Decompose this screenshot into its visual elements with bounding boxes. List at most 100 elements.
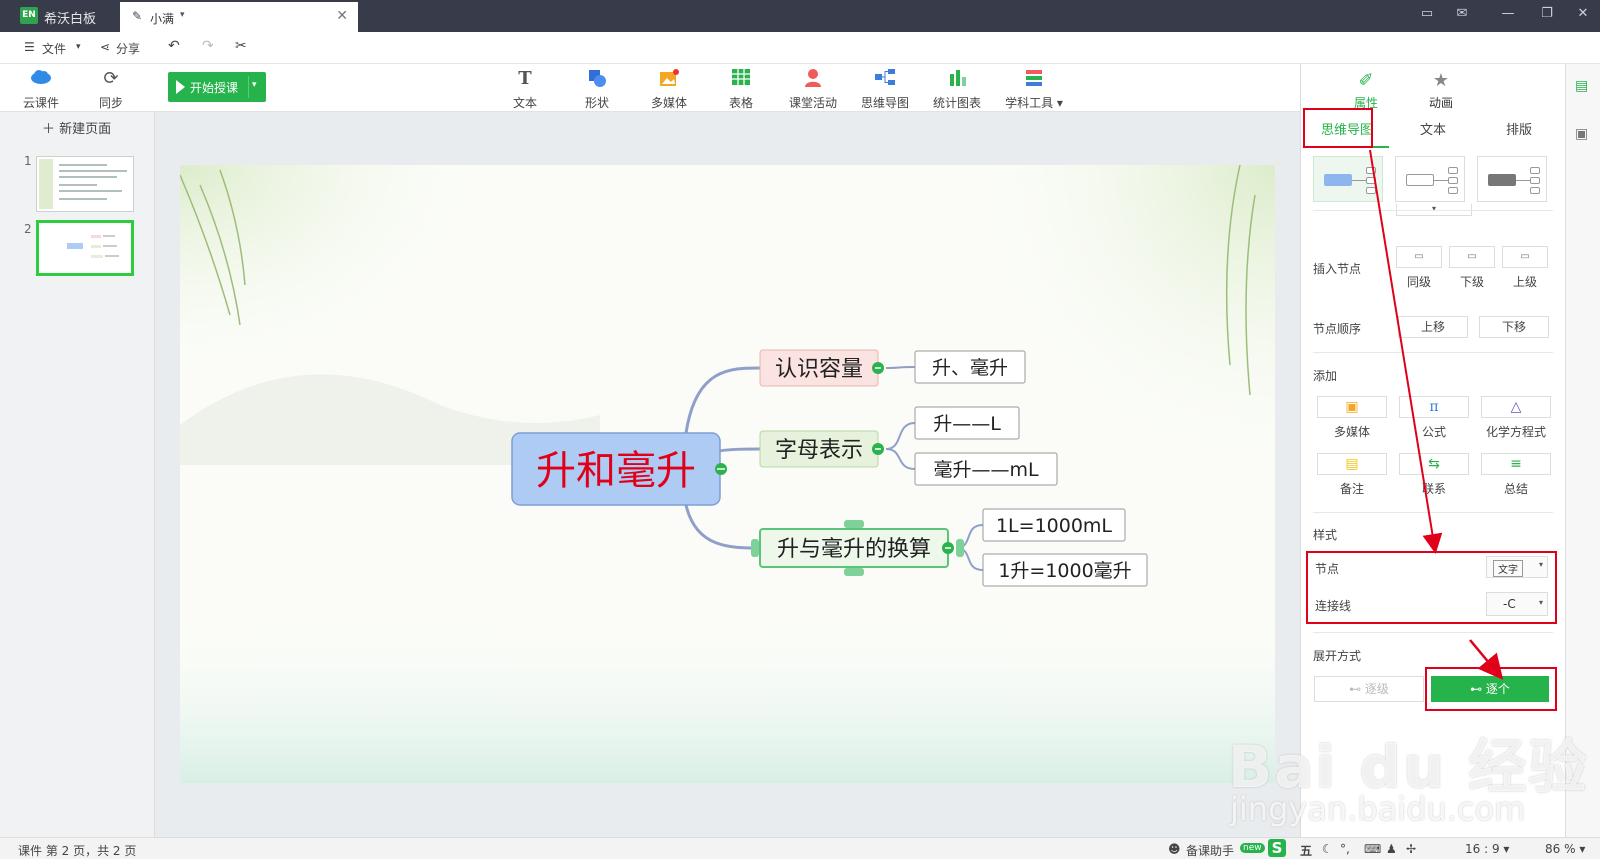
subtab-layout[interactable]: 排版 [1477, 118, 1561, 148]
tab-animation[interactable]: ★ 动画 [1411, 70, 1471, 111]
insert-child-button[interactable]: ▭ [1449, 246, 1495, 268]
minimize-icon[interactable]: — [1496, 6, 1520, 21]
subtab-text[interactable]: 文本 [1391, 118, 1475, 148]
mindmap-root-node[interactable]: 升和毫升 [511, 432, 727, 506]
move-down-button[interactable]: 下移 [1479, 316, 1549, 338]
start-teaching-label: 开始授课 [190, 81, 239, 95]
subject-tool-icon [996, 68, 1072, 90]
mindmap-branch-label: 认识容量 [775, 357, 863, 382]
aspect-ratio-select[interactable]: 16 : 9 ▾ [1465, 842, 1509, 856]
chevron-down-icon[interactable]: ▾ [252, 80, 257, 90]
toolbar-text-button[interactable]: T 文本 [490, 68, 560, 111]
toolbar-mindmap-button[interactable]: 思维导图 [850, 68, 920, 111]
insert-parent-button[interactable]: ▭ [1502, 246, 1548, 268]
connector-style-select[interactable]: -C ▾ [1486, 592, 1548, 616]
mindmap-leaf-node[interactable]: 1升=1000毫升 [982, 553, 1148, 587]
mail-icon[interactable]: ✉ [1450, 6, 1474, 21]
toolbar-activity-button[interactable]: 课堂活动 [778, 68, 848, 111]
user-icon[interactable]: ♟ [1386, 842, 1397, 856]
mindmap-branch-node[interactable]: 字母表示 [759, 430, 884, 468]
mindmap-leaf-node[interactable]: 1L=1000mL [982, 508, 1126, 542]
layout-option-3[interactable] [1477, 156, 1547, 202]
star-icon: ★ [1432, 70, 1450, 91]
selection-handle[interactable] [956, 539, 964, 557]
node-style-label: 节点 [1315, 562, 1340, 576]
mindmap-branch-node[interactable]: 认识容量 [759, 349, 884, 387]
add-formula-icon[interactable]: π [1399, 396, 1469, 418]
add-relation-icon[interactable]: ⇆ [1399, 453, 1469, 475]
expand-level-button[interactable]: ⊷ 逐级 [1314, 676, 1424, 702]
cloud-courseware-label: 云课件 [22, 96, 59, 110]
add-note-icon[interactable]: ▤ [1317, 453, 1387, 475]
cloud-courseware-button[interactable]: 云课件 [6, 68, 76, 111]
insert-sibling-button[interactable]: ▭ [1396, 246, 1442, 268]
toolbar-subject-tool-button[interactable]: 学科工具 ▾ [996, 68, 1072, 111]
mindmap-branch-node[interactable]: 升与毫升的换算 [751, 520, 964, 576]
chart-icon [922, 68, 992, 90]
menu-bar: ☰ 文件 ▾ ⋖ 分享 ↶ ↷ ✂ [0, 32, 1600, 64]
add-note-label: 备注 [1339, 482, 1364, 496]
tab-properties[interactable]: ✐ 属性 [1336, 70, 1396, 111]
punctuation-icon[interactable]: °, [1340, 842, 1350, 856]
assistant-button[interactable]: 备课助手 [1186, 842, 1234, 859]
toolbar-media-button[interactable]: 多媒体 [634, 68, 704, 111]
page-number: 1 [24, 154, 32, 168]
file-menu[interactable]: 文件 [42, 40, 66, 57]
mindmap-leaf-label: 毫升——mL [933, 459, 1039, 481]
share-icon[interactable]: ⋖ [100, 40, 110, 54]
scissors-icon[interactable]: ✂ [235, 38, 247, 54]
selection-handle[interactable] [751, 539, 759, 557]
add-summary-label: 总结 [1503, 482, 1528, 496]
add-formula-label: 公式 [1421, 425, 1446, 439]
close-tab-icon[interactable]: ✕ [336, 8, 348, 24]
zoom-select[interactable]: 86 % ▾ [1545, 842, 1585, 856]
mindmap-leaf-node[interactable]: 升——L [914, 406, 1020, 440]
notes-panel-icon[interactable]: ▣ [1575, 126, 1588, 142]
mindmap-connector [885, 448, 916, 470]
restore-icon[interactable]: ❐ [1535, 6, 1559, 21]
move-up-button[interactable]: 上移 [1398, 316, 1468, 338]
expand-mode-label: 展开方式 [1313, 649, 1362, 663]
add-summary-icon[interactable]: ≡ [1481, 453, 1551, 475]
keyboard-icon[interactable]: ⌨ [1364, 842, 1381, 856]
insert-sibling-label: 同级 [1406, 275, 1431, 289]
grid-icon[interactable]: ✢ [1406, 842, 1416, 856]
toolbar-shape-button[interactable]: 形状 [562, 68, 632, 111]
plus-icon: ＋ [42, 122, 56, 137]
chevron-down-icon[interactable]: ▾ [76, 42, 81, 52]
toolbar-chart-button[interactable]: 统计图表 [922, 68, 992, 111]
document-tab[interactable]: ✎ 小满 ▾ ✕ [120, 2, 358, 32]
mindmap-leaf-node[interactable]: 毫升——mL [914, 452, 1058, 486]
selection-handle[interactable] [844, 568, 864, 576]
share-menu[interactable]: 分享 [116, 40, 140, 57]
add-chemistry-icon[interactable]: △ [1481, 396, 1551, 418]
page-thumbnail-1[interactable] [36, 156, 134, 212]
moon-icon[interactable]: ☾ [1322, 842, 1333, 856]
new-page-button[interactable]: ＋ 新建页面 [42, 118, 111, 137]
close-icon[interactable]: ✕ [1571, 6, 1595, 21]
node-style-select[interactable]: 文字 ▾ [1486, 556, 1548, 578]
slide-canvas[interactable]: 升和毫升 认识容量 升、毫升字母表示 升——L 毫升——mL 升与毫升的换算 1L=1000… [180, 165, 1275, 783]
page-thumbnail-2[interactable] [36, 220, 134, 276]
add-media-icon[interactable]: ▣ [1317, 396, 1387, 418]
mindmap-connector [885, 366, 916, 369]
sync-button[interactable]: ⟳ 同步 [76, 68, 146, 111]
layout-option-2[interactable] [1395, 156, 1465, 202]
activity-icon [778, 68, 848, 90]
redo-icon[interactable]: ↷ [202, 38, 214, 54]
cloud-icon [6, 68, 76, 90]
mindmap[interactable]: 升和毫升 认识容量 升、毫升字母表示 升——L 毫升——mL 升与毫升的换算 1L=1000… [180, 165, 1275, 783]
ime-mode[interactable]: 五 [1300, 842, 1312, 859]
chevron-down-icon: ▾ [1538, 560, 1543, 569]
mindmap-leaf-node[interactable]: 升、毫升 [914, 350, 1026, 384]
ime-logo-icon[interactable]: S [1268, 839, 1286, 857]
chat-icon[interactable]: ▭ [1415, 6, 1439, 21]
undo-icon[interactable]: ↶ [168, 38, 180, 54]
properties-panel-icon[interactable]: ▤ [1575, 78, 1588, 94]
layout-option-1[interactable] [1313, 156, 1383, 202]
menu-icon[interactable]: ☰ [24, 40, 35, 54]
chevron-down-icon[interactable]: ▾ [180, 10, 185, 20]
toolbar-table-button[interactable]: 表格 [706, 68, 776, 111]
selection-handle[interactable] [844, 520, 864, 528]
start-teaching-button[interactable]: 开始授课 ▾ [168, 72, 266, 102]
